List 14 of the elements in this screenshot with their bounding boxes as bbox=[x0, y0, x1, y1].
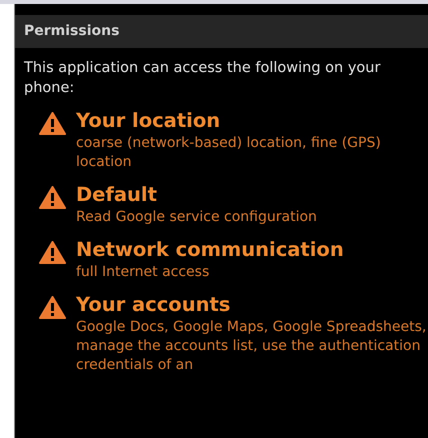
permission-details: coarse (network-based) location, fine (GPS) location bbox=[76, 134, 382, 172]
permission-group: Network communication bbox=[76, 237, 344, 263]
intro-text: This application can access the following on your phone: bbox=[23, 59, 382, 98]
dialog-title: Permissions bbox=[15, 15, 428, 48]
permission-details: Google Docs, Google Maps, Google Spreadsheets, manage the accounts list, use the authentication credentials of an bbox=[76, 318, 428, 375]
permission-details: Read Google service configuration bbox=[76, 208, 317, 227]
warning-icon bbox=[39, 241, 66, 264]
permission-group: Default bbox=[76, 182, 317, 208]
permission-group: Your location bbox=[76, 108, 428, 134]
warning-icon bbox=[39, 186, 66, 209]
permission-details: full Internet access bbox=[76, 263, 210, 282]
warning-icon bbox=[39, 296, 66, 319]
permission-group: Your accounts bbox=[76, 292, 428, 318]
warning-icon bbox=[39, 112, 66, 135]
